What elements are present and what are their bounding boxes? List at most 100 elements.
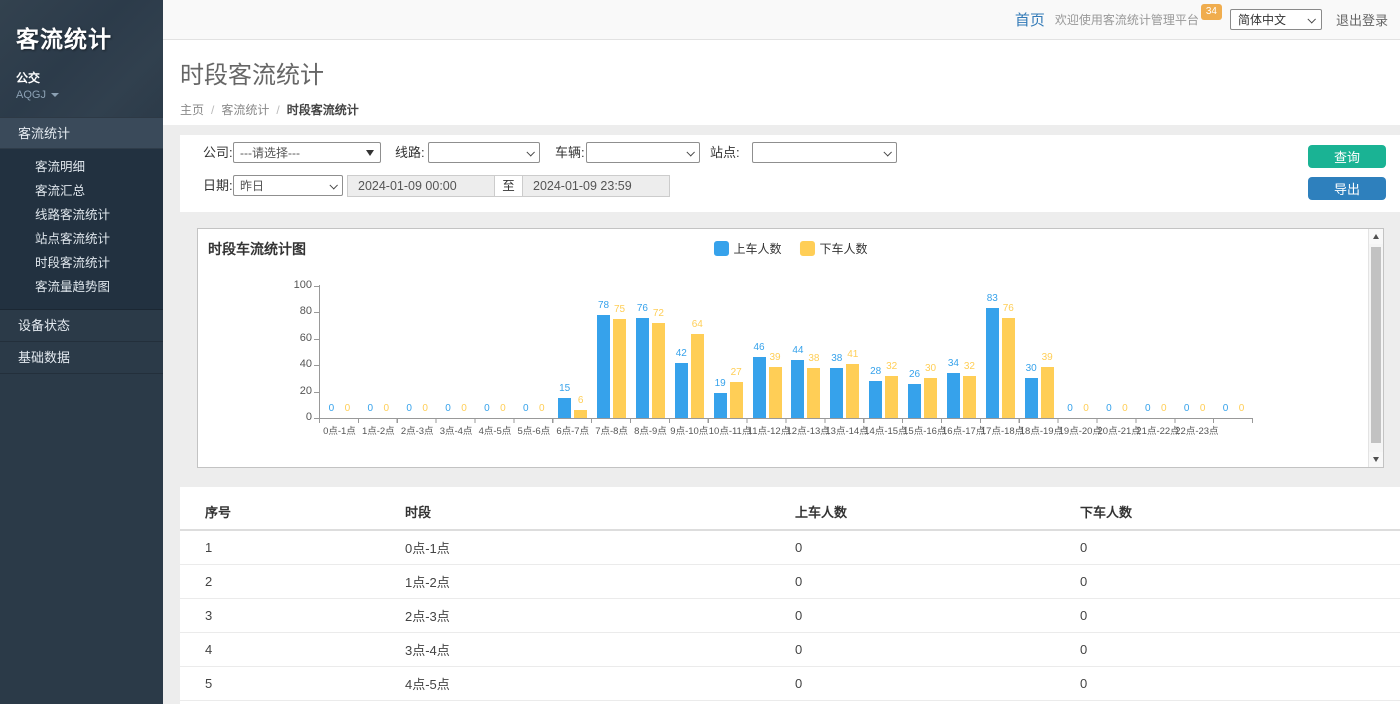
y-tick-mark	[314, 312, 319, 313]
table-cell: 0	[795, 701, 1080, 704]
chevron-down-icon	[329, 181, 337, 189]
table-header-cell: 下车人数	[1080, 496, 1400, 530]
sidebar-item[interactable]: 时段客流统计	[0, 251, 163, 275]
table-cell: 3	[180, 599, 405, 633]
date-from-input[interactable]: 2024-01-09 00:00	[347, 175, 495, 197]
table-cell: 4点-5点	[405, 667, 795, 701]
language-select[interactable]: 简体中文	[1230, 9, 1322, 30]
main-area: 首页 欢迎使用客流统计管理平台 34 简体中文 退出登录 时段客流统计 主页/客…	[163, 0, 1400, 704]
company-label: 公司:	[203, 142, 233, 163]
table-cell: 0	[795, 633, 1080, 667]
logo-area: 客流统计 公交 AQGJ	[0, 0, 163, 117]
bar-value-label: 39	[1042, 352, 1053, 363]
bar-value-label: 44	[792, 345, 803, 356]
scroll-down-icon[interactable]	[1369, 452, 1383, 467]
legend-swatch	[713, 241, 728, 256]
line-select[interactable]	[428, 142, 540, 163]
bar-value-label: 0	[329, 403, 335, 414]
table-row: 10点-1点00	[180, 530, 1400, 565]
company-select[interactable]: ---请选择---	[233, 142, 381, 163]
bar-group: 3039	[1020, 286, 1059, 418]
x-axis-label: 16点-17点	[942, 423, 981, 437]
x-axis-label: 14点-15点	[864, 423, 903, 437]
bar-value-label: 15	[559, 383, 570, 394]
bar-group: 156	[553, 286, 592, 418]
date-preset-select[interactable]: 昨日	[233, 175, 343, 196]
logout-link[interactable]: 退出登录	[1336, 10, 1388, 29]
sidebar-section[interactable]: 设备状态	[0, 310, 163, 342]
x-axis-label: 7点-8点	[592, 423, 631, 437]
bar-value-label: 0	[1145, 403, 1151, 414]
bar-value-label: 0	[422, 403, 428, 414]
scrollbar-thumb[interactable]	[1371, 247, 1381, 443]
breadcrumb-link[interactable]: 主页	[180, 103, 204, 117]
bar-boarding: 38	[830, 368, 843, 418]
bar-alighting: 39	[769, 367, 782, 418]
bar-alighting: 41	[846, 364, 859, 418]
caret-down-icon	[51, 93, 59, 97]
bar-value-label: 0	[1200, 403, 1206, 414]
x-axis-label: 21点-22点	[1136, 423, 1175, 437]
company-select-value: ---请选择---	[240, 144, 300, 161]
sidebar-item[interactable]: 线路客流统计	[0, 203, 163, 227]
bar-value-label: 32	[886, 361, 897, 372]
line-label: 线路:	[395, 142, 425, 163]
legend-swatch	[800, 241, 815, 256]
bar-boarding: 28	[869, 381, 882, 418]
sidebar-item[interactable]: 客流明细	[0, 155, 163, 179]
sidebar-item[interactable]: 客流汇总	[0, 179, 163, 203]
table-cell: 0	[795, 530, 1080, 565]
bar-value-label: 78	[598, 300, 609, 311]
vehicle-select[interactable]	[586, 142, 700, 163]
x-axis-label: 9点-10点	[670, 423, 709, 437]
breadcrumb-link[interactable]: 客流统计	[221, 103, 269, 117]
y-tick-mark	[314, 286, 319, 287]
org-code-label: AQGJ	[16, 89, 46, 101]
bar-value-label: 0	[539, 403, 545, 414]
chart-scrollbar[interactable]	[1368, 229, 1383, 467]
y-tick-mark	[314, 392, 319, 393]
date-range-to-label: 至	[495, 175, 522, 197]
scroll-up-icon[interactable]	[1369, 229, 1383, 244]
chart-panel: 时段车流统计图 上车人数下车人数 020406080100 0000000000…	[197, 228, 1384, 468]
bar-value-label: 0	[384, 403, 390, 414]
sidebar-section[interactable]: 客流统计	[0, 117, 163, 149]
bar-group: 4264	[670, 286, 709, 418]
bar-boarding: 46	[753, 357, 766, 418]
bar-group: 8376	[981, 286, 1020, 418]
page-title: 时段客流统计	[180, 55, 1400, 90]
app-logo: 客流统计	[16, 20, 163, 54]
bar-value-label: 76	[637, 303, 648, 314]
sidebar-section[interactable]: 基础数据	[0, 342, 163, 374]
sidebar-item[interactable]: 站点客流统计	[0, 227, 163, 251]
x-axis-label: 3点-4点	[437, 423, 476, 437]
home-link[interactable]: 首页	[1015, 9, 1045, 30]
legend-item[interactable]: 下车人数	[800, 240, 868, 257]
legend-item[interactable]: 上车人数	[713, 240, 781, 257]
welcome-text: 欢迎使用客流统计管理平台	[1055, 11, 1199, 28]
date-preset-value: 昨日	[240, 177, 264, 194]
bar-value-label: 19	[715, 378, 726, 389]
sidebar-item[interactable]: 客流量趋势图	[0, 275, 163, 299]
bar-boarding: 19	[714, 393, 727, 418]
table-cell: 0	[1080, 565, 1400, 599]
export-button[interactable]: 导出	[1308, 177, 1386, 200]
vehicle-label: 车辆:	[555, 142, 585, 163]
bar-series: 0000000000001567875767242641927463944383…	[320, 286, 1253, 418]
table-cell: 0	[1080, 701, 1400, 704]
sidebar-menu: 客流统计客流明细客流汇总线路客流统计站点客流统计时段客流统计客流量趋势图设备状态…	[0, 117, 163, 374]
date-to-input[interactable]: 2024-01-09 23:59	[522, 175, 670, 197]
y-tick-label: 20	[274, 385, 312, 397]
filter-panel: 公司: ---请选择--- 线路: 车辆: 站点:	[180, 135, 1400, 212]
table-header-cell: 序号	[180, 496, 405, 530]
query-button[interactable]: 查询	[1308, 145, 1386, 168]
bar-value-label: 0	[1122, 403, 1128, 414]
org-selector[interactable]: AQGJ	[16, 89, 163, 101]
bar-value-label: 38	[808, 353, 819, 364]
bar-group: 1927	[709, 286, 748, 418]
table-cell: 1	[180, 530, 405, 565]
bar-group: 3432	[942, 286, 981, 418]
y-tick-mark	[314, 365, 319, 366]
station-select[interactable]	[752, 142, 897, 163]
bar-group: 44 38	[787, 286, 826, 418]
